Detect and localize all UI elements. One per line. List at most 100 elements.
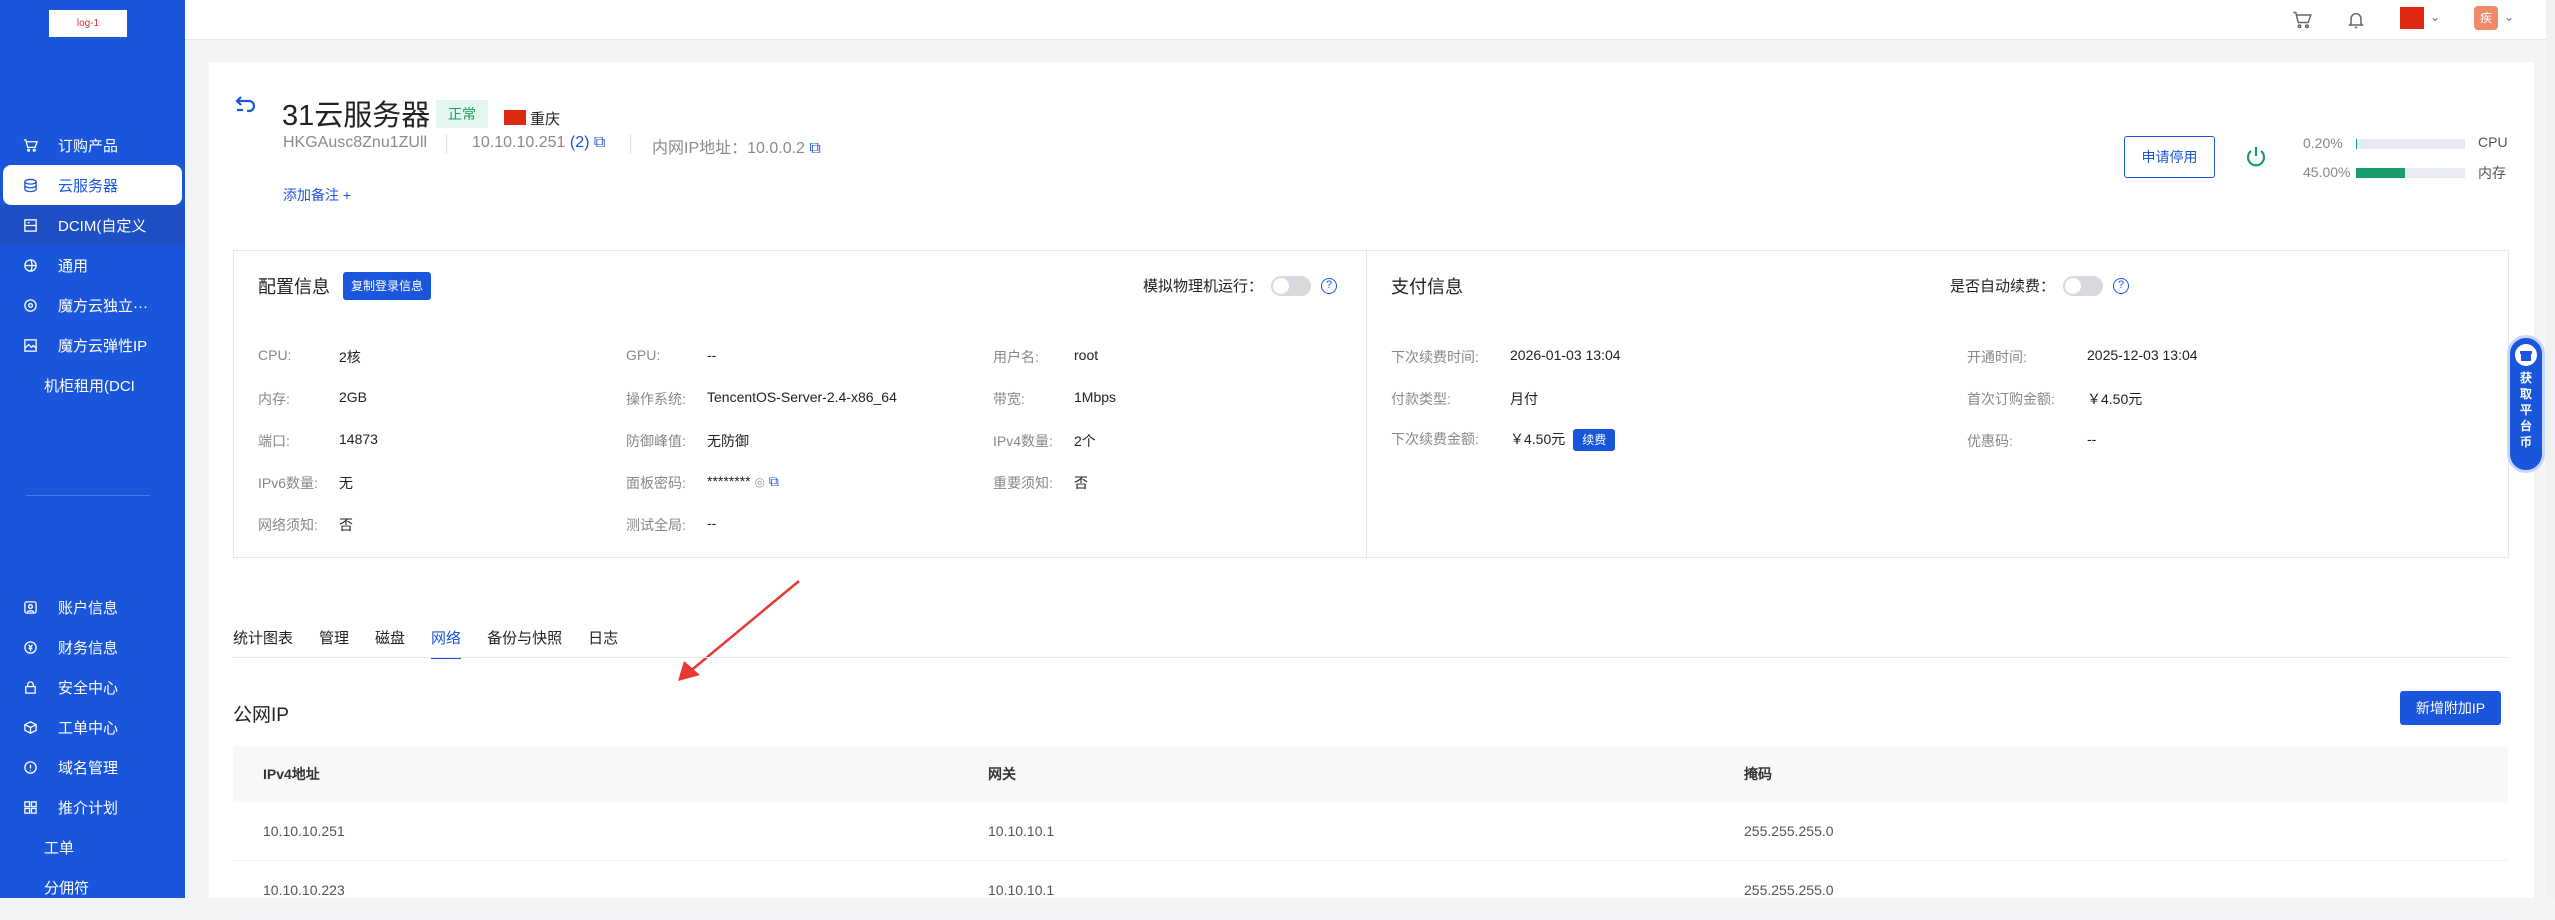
amount-value: ￥4.50元	[1510, 431, 1566, 447]
field-value: 否	[339, 517, 353, 533]
grid-icon	[22, 799, 38, 815]
field-network-notice: 网络须知: 否	[258, 515, 353, 535]
sidebar-item-account[interactable]: 账户信息	[0, 587, 185, 627]
globe-icon	[22, 257, 38, 273]
sidebar-item-referral[interactable]: 推介计划	[0, 787, 185, 827]
float-tab-text: 获取平台币	[2519, 371, 2532, 449]
sidebar-item-domains[interactable]: 域名管理	[0, 747, 185, 787]
field-key: 操作系统:	[626, 391, 686, 407]
tab-logs[interactable]: 日志	[588, 627, 618, 659]
bell-icon[interactable]	[2344, 8, 2368, 32]
table-cell: 255.255.255.0	[1744, 823, 1834, 839]
tab-manage[interactable]: 管理	[319, 627, 349, 659]
simulate-physical-switch[interactable]	[1271, 275, 1312, 296]
eye-icon[interactable]: ◎	[754, 475, 764, 489]
help-icon[interactable]: ?	[2113, 277, 2130, 294]
sidebar-item-commission[interactable]: 分佣符	[0, 867, 185, 907]
field-os: 操作系统: TencentOS-Server-2.4-x86_64	[626, 389, 897, 409]
sidebar-nav-account: 账户信息 财务信息 安全中心 工单中心 域名管理 推介计划 工单 分佣符	[0, 587, 185, 907]
field-key: 首次订购金额:	[1967, 391, 2055, 407]
cart-icon	[22, 137, 38, 153]
cpu-percent: 0.20%	[2303, 135, 2343, 151]
config-title: 配置信息	[258, 277, 330, 297]
cube-icon	[22, 719, 38, 735]
field-open-time: 开通时间: 2025-12-03 13:04	[1967, 347, 2198, 367]
back-icon[interactable]	[231, 92, 259, 120]
sidebar-item-label: 通用	[58, 257, 89, 275]
sidebar-item-dcim[interactable]: DCIM(自定义	[0, 205, 185, 245]
chevron-down-icon[interactable]: ⌄	[2504, 10, 2514, 24]
help-icon[interactable]: ?	[1321, 277, 1338, 294]
copy-icon[interactable]: ⧉	[769, 473, 779, 489]
topbar	[185, 0, 2555, 40]
field-ipv6: IPv6数量: 无	[258, 473, 353, 493]
simulate-physical-toggle: 模拟物理机运行： ?	[1143, 275, 1338, 296]
field-key: 优惠码:	[1967, 433, 2013, 449]
tab-network[interactable]: 网络	[431, 627, 462, 659]
sidebar-item-label: 魔方云独立···	[58, 297, 148, 315]
memory-bar-fill	[2356, 168, 2406, 178]
sidebar-item-label: 财务信息	[58, 639, 119, 657]
chevron-down-icon[interactable]: ⌄	[2430, 10, 2440, 24]
column-header: IPv4地址	[263, 766, 320, 782]
sidebar-item-general[interactable]: 通用	[0, 245, 185, 285]
tab-backup[interactable]: 备份与快照	[487, 627, 562, 659]
field-value: 1Mbps	[1074, 389, 1117, 405]
copy-icon[interactable]: ⧉	[594, 134, 605, 151]
sidebar-item-elastic-ip[interactable]: 魔方云弹性IP	[0, 325, 185, 365]
field-value: 2个	[1074, 433, 1096, 449]
sidebar-item-cloud-server[interactable]: 云服务器	[3, 165, 182, 205]
field-value: 2GB	[339, 389, 368, 405]
add-ip-button[interactable]: 新增附加IP	[2400, 691, 2501, 725]
copy-icon[interactable]: ⧉	[809, 140, 820, 157]
sidebar-item-ticket[interactable]: 工单	[0, 827, 185, 867]
apply-stop-button[interactable]: 申请停用	[2124, 136, 2215, 178]
cart-icon[interactable]	[2290, 8, 2314, 32]
field-key: 防御峰值:	[626, 433, 686, 449]
field-key: 用户名:	[993, 349, 1039, 365]
field-value: root	[1074, 347, 1099, 363]
field-defense: 防御峰值: 无防御	[626, 431, 749, 451]
field-value: 月付	[1510, 391, 1538, 407]
scrollbar[interactable]	[2546, 0, 2555, 898]
sidebar-item-finance[interactable]: 财务信息	[0, 627, 185, 667]
detail-tabs: 统计图表 管理 磁盘 网络 备份与快照 日志	[233, 627, 644, 659]
field-key: 付款类型:	[1391, 391, 1451, 407]
field-value: TencentOS-Server-2.4-x86_64	[707, 389, 897, 405]
power-icon[interactable]	[2243, 144, 2269, 170]
field-value: 无	[339, 475, 353, 491]
sidebar-item-mofang-dedicated[interactable]: 魔方云独立···	[0, 285, 185, 325]
field-value: 2核	[339, 349, 361, 365]
password-value: ********	[707, 473, 751, 489]
avatar[interactable]: 疾	[2474, 6, 2498, 30]
logo[interactable]: log-1	[49, 10, 127, 37]
sidebar-item-label: 推介计划	[58, 799, 119, 817]
table-cell: 10.10.10.223	[263, 882, 345, 898]
annotation-arrow	[678, 580, 800, 681]
renew-button[interactable]: 续费	[1573, 429, 1616, 451]
sidebar-item-order[interactable]: 订购产品	[0, 125, 185, 165]
public-ip[interactable]: 10.10.10.251 (2) ⧉	[472, 134, 605, 152]
memory-bar	[2356, 168, 2465, 178]
sidebar-item-tickets[interactable]: 工单中心	[0, 707, 185, 747]
sidebar-item-label: 魔方云弹性IP	[58, 337, 148, 355]
copy-login-button[interactable]: 复制登录信息	[343, 272, 432, 300]
sidebar-item-cabinet[interactable]: 机柜租用(DCI	[0, 365, 185, 405]
field-coupon: 优惠码: --	[1967, 431, 2096, 451]
sidebar-item-security[interactable]: 安全中心	[0, 667, 185, 707]
public-ip-title: 公网IP	[233, 705, 289, 726]
lock-icon	[22, 679, 38, 695]
column-header: 网关	[988, 766, 1016, 782]
status-badge: 正常	[436, 100, 488, 128]
cpu-bar	[2356, 139, 2465, 149]
language-flag-icon[interactable]	[2400, 7, 2424, 29]
add-note-link[interactable]: 添加备注 +	[283, 185, 351, 205]
tab-stats[interactable]: 统计图表	[233, 627, 293, 659]
ip-count[interactable]: (2)	[570, 134, 590, 151]
tab-disk[interactable]: 磁盘	[375, 627, 405, 659]
sidebar-item-label: 工单	[44, 839, 75, 857]
auto-renew-switch[interactable]	[2063, 275, 2104, 296]
image-icon	[22, 337, 38, 353]
get-coins-float-tab[interactable]: 获取平台币	[2507, 335, 2545, 473]
sidebar-item-label: 域名管理	[58, 759, 119, 777]
